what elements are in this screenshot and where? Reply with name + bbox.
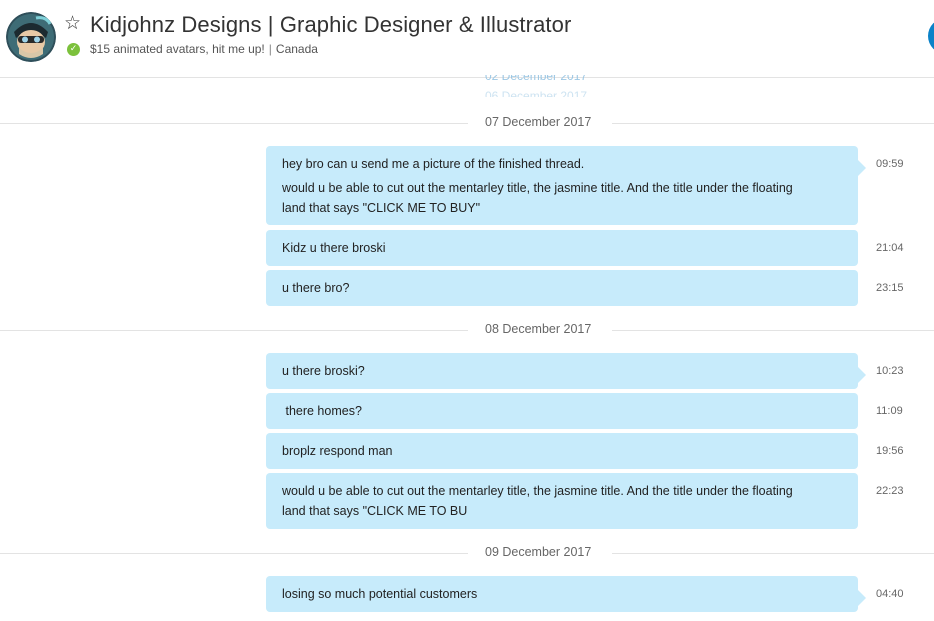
date-label: 08 December 2017: [485, 322, 592, 336]
message-text: would u be able to cut out the mentarley…: [282, 484, 793, 518]
message-text: losing so much potential customers: [282, 587, 478, 601]
date-separator: 09 December 2017: [0, 543, 934, 563]
message-time: 04:40: [876, 588, 904, 600]
call-button[interactable]: [928, 18, 934, 54]
message-bubble[interactable]: Kidz u there broski: [266, 230, 858, 266]
message-text: would u be able to cut out the mentarley…: [282, 181, 793, 215]
message-time: 19:56: [876, 445, 904, 457]
separator: |: [268, 42, 272, 56]
date-separator: 08 December 2017: [0, 320, 934, 340]
message-bubble[interactable]: losing so much potential customers: [266, 576, 866, 612]
online-status-check-icon: ✓: [67, 43, 80, 56]
mood-message: $15 animated avatars, hit me up!: [90, 42, 265, 56]
message-time: 10:23: [876, 365, 904, 377]
message-time: 11:09: [876, 405, 903, 417]
contact-avatar[interactable]: [6, 12, 56, 62]
conversation-header: ☆ Kidjohnz Designs | Graphic Designer & …: [0, 0, 934, 78]
date-label: 07 December 2017: [485, 115, 592, 129]
message-text: hey bro can u send me a picture of the f…: [282, 157, 585, 171]
message-text: broplz respond man: [282, 444, 393, 458]
message-time: 23:15: [876, 282, 904, 294]
contact-location: Canada: [275, 42, 318, 56]
message-bubble[interactable]: broplz respond man: [266, 433, 858, 469]
message-text: there homes?: [282, 404, 362, 418]
contact-mood: $15 animated avatars, hit me up! | Canada: [90, 42, 318, 56]
message-bubble[interactable]: u there broski?: [266, 353, 866, 389]
message-text: u there broski?: [282, 364, 365, 378]
message-time: 09:59: [876, 158, 904, 170]
date-separator: 07 December 2017: [0, 113, 934, 133]
message-bubble[interactable]: there homes?: [266, 393, 858, 429]
message-bubble[interactable]: u there bro?: [266, 270, 858, 306]
contact-name: Kidjohnz Designs | Graphic Designer & Il…: [90, 12, 572, 37]
message-bubble[interactable]: hey bro can u send me a picture of the f…: [266, 146, 866, 225]
message-time: 22:23: [876, 485, 904, 497]
faded-date-2: 06 December 2017: [485, 89, 588, 103]
favorite-star-icon[interactable]: ☆: [64, 14, 81, 33]
message-bubble[interactable]: would u be able to cut out the mentarley…: [266, 473, 858, 529]
message-text: u there bro?: [282, 281, 350, 295]
message-text: Kidz u there broski: [282, 241, 386, 255]
message-time: 21:04: [876, 242, 904, 254]
date-label: 09 December 2017: [485, 545, 592, 559]
